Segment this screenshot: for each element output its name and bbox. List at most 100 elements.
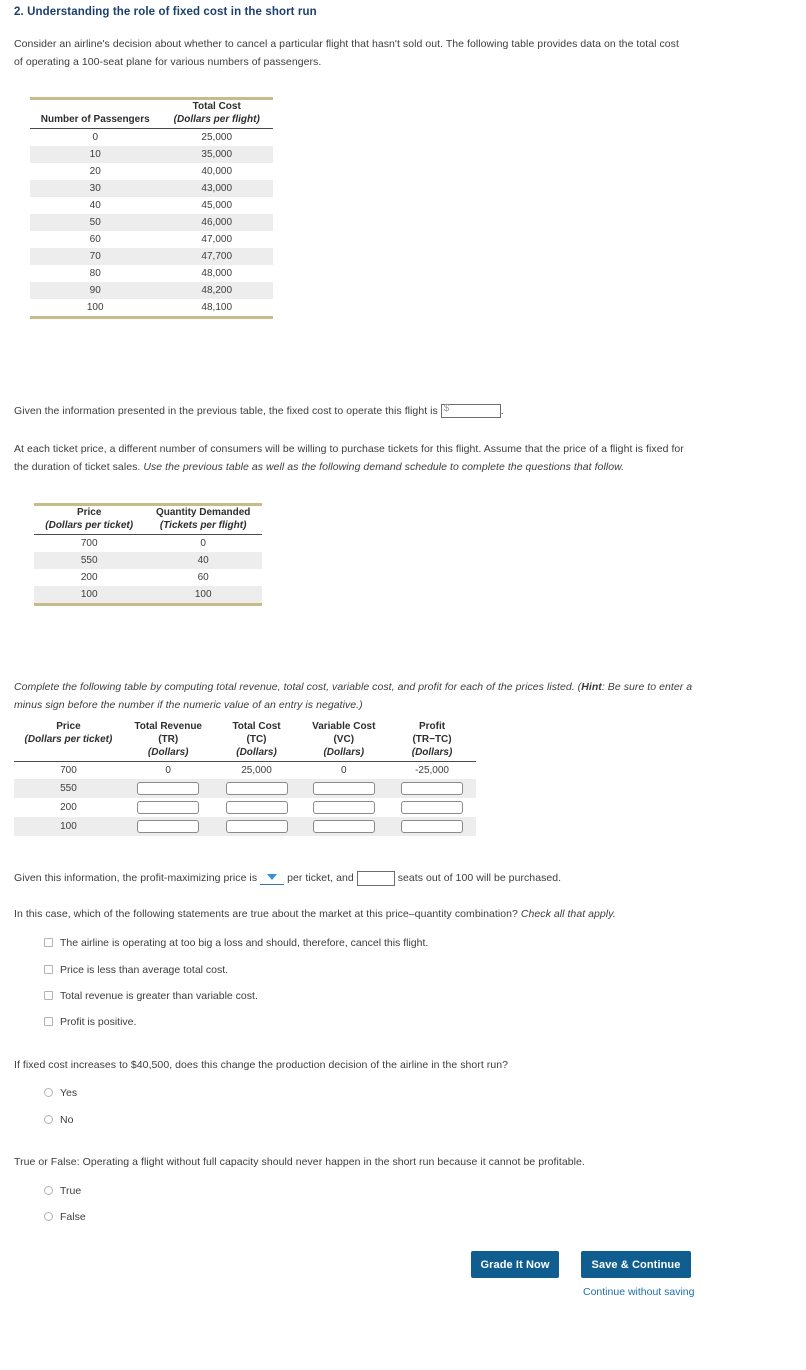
table-row: 60 47,000 (30, 231, 273, 248)
checkbox-option-2[interactable]: Total revenue is greater than variable c… (44, 990, 258, 1002)
cell-total-cost: 46,000 (160, 214, 273, 231)
cell-passengers: 40 (89, 200, 101, 211)
cell-total-cost-input-wrap (213, 779, 300, 798)
col-header-price: Price (56, 721, 81, 732)
col-header-passengers: Number of Passengers (30, 113, 161, 129)
profit-input-550[interactable] (401, 782, 464, 795)
radio-icon[interactable] (44, 1088, 53, 1097)
checkbox-option-3[interactable]: Profit is positive. (44, 1016, 136, 1028)
col-header-total-cost: Total Cost (232, 721, 281, 732)
cell-passengers: 0 (92, 132, 98, 143)
total-cost-input-200[interactable] (225, 801, 288, 814)
table-row: 10 35,000 (30, 146, 273, 163)
checkbox-label: Price is less than average total cost. (60, 964, 229, 976)
table-row: 70 47,700 (30, 248, 273, 265)
table-row: 550 40 (34, 552, 262, 569)
col-header-vc-abbrev: (VC) (333, 734, 355, 745)
table-row: 200 (14, 798, 476, 817)
profit-input-200[interactable] (401, 801, 464, 814)
cell-passengers: 80 (89, 268, 101, 279)
cell-profit-input-wrap (388, 798, 476, 817)
total-revenue-input-550[interactable] (137, 782, 200, 795)
cell-variable-cost-input-wrap (299, 817, 389, 836)
variable-cost-input-550[interactable] (312, 782, 375, 795)
fixed-cost-input[interactable] (440, 404, 501, 419)
cell-profit-input-wrap (388, 779, 476, 798)
radio-label: Yes (60, 1087, 78, 1099)
variable-cost-input-200[interactable] (312, 801, 375, 814)
profit-max-price-dropdown[interactable] (260, 872, 285, 885)
cell-total-cost: 43,000 (160, 180, 273, 197)
table-header-row-3: (Dollars) (Dollars) (Dollars) (Dollars) (14, 746, 476, 762)
checkbox-icon[interactable] (44, 1017, 53, 1026)
total-cost-input-100[interactable] (225, 820, 288, 833)
variable-cost-input-100[interactable] (312, 820, 375, 833)
col-header-vc-unit: (Dollars) (299, 746, 389, 762)
radio-icon[interactable] (44, 1186, 53, 1195)
continue-without-saving-link[interactable]: Continue without saving (583, 1286, 695, 1298)
radio-option-yes[interactable]: Yes (44, 1087, 77, 1099)
col-header-total-cost: Total Cost (192, 101, 241, 112)
demand-schedule-table: Price Quantity Demanded (Dollars per tic… (34, 503, 262, 607)
radio-icon[interactable] (44, 1115, 53, 1124)
checkbox-option-1[interactable]: Price is less than average total cost. (44, 964, 228, 976)
page-title: 2. Understanding the role of fixed cost … (14, 6, 317, 18)
cell-price: 100 (34, 586, 145, 605)
table-row: 700 0 25,000 0 -25,000 (14, 762, 476, 780)
table-bottom-rule (30, 316, 273, 320)
profit-input-100[interactable] (401, 820, 464, 833)
profit-max-text-middle: per ticket, and (287, 872, 354, 884)
col-header-total-cost-unit: (Dollars per flight) (160, 113, 273, 129)
table-row: 90 48,200 (30, 282, 273, 299)
demand-intro-part2: Use the previous table as well as the fo… (143, 461, 625, 473)
table-row: 30 43,000 (30, 180, 273, 197)
cell-price: 700 (80, 538, 98, 549)
cell-passengers: 50 (30, 214, 161, 231)
cell-total-revenue-input-wrap (123, 798, 214, 817)
table-bottom-rule (34, 603, 262, 607)
save-and-continue-button[interactable]: Save & Continue (581, 1251, 691, 1278)
col-header-profit-formula: (TR−TC) (412, 734, 452, 745)
radio-option-no[interactable]: No (44, 1114, 73, 1126)
col-header-quantity-unit: (Tickets per flight) (144, 519, 262, 535)
col-header-total-revenue: Total Revenue (134, 721, 202, 732)
col-header-tr-unit: (Dollars) (122, 746, 214, 762)
checkbox-prompt-part1: In this case, which of the following sta… (14, 908, 518, 920)
total-cost-table: Total Cost Number of Passengers (Dollars… (30, 97, 273, 320)
radio-option-true[interactable]: True (44, 1185, 81, 1197)
checkbox-option-0[interactable]: The airline is operating at too big a lo… (44, 937, 428, 949)
cell-passengers: 60 (89, 234, 101, 245)
total-revenue-input-100[interactable] (137, 820, 200, 833)
checkbox-icon[interactable] (44, 965, 53, 974)
cell-total-revenue-input-wrap (122, 779, 214, 798)
fixed-cost-question-text: Given the information presented in the p… (14, 405, 438, 417)
cell-total-cost: 25,000 (201, 132, 233, 143)
instruction-part1: Complete the following table by computin… (14, 681, 582, 693)
seats-purchased-input[interactable] (356, 870, 395, 886)
grade-it-now-button[interactable]: Grade It Now (471, 1251, 559, 1278)
checkbox-icon[interactable] (44, 991, 53, 1000)
table-row: 100 100 (34, 586, 262, 605)
cell-profit: -25,000 (415, 765, 449, 776)
checkbox-icon[interactable] (44, 938, 53, 947)
complete-table-instruction: Complete the following table by computin… (14, 678, 694, 714)
table-row: 200 60 (34, 569, 262, 586)
cell-quantity: 0 (200, 538, 206, 549)
checkbox-prompt-italic: Check all that apply. (520, 908, 616, 920)
cell-total-cost: 25,000 (241, 765, 272, 776)
fixed-cost-period: . (500, 405, 504, 417)
col-header-tr-abbrev: (TR) (158, 734, 179, 745)
total-cost-input-550[interactable] (225, 782, 288, 795)
profit-max-question: Given this information, the profit-maxim… (14, 869, 714, 887)
fixed-cost-increase-prompt: If fixed cost increases to $40,500, does… (14, 1059, 509, 1071)
cell-passengers: 10 (30, 146, 161, 163)
table-header-row-1: Price Quantity Demanded (34, 506, 262, 519)
col-header-profit-unit: (Dollars) (388, 746, 476, 762)
col-header-spacer (30, 100, 160, 113)
table-row: 20 40,000 (30, 163, 273, 180)
cell-profit-input-wrap (388, 817, 476, 836)
cell-total-cost: 48,100 (201, 302, 233, 313)
radio-option-false[interactable]: False (44, 1211, 86, 1223)
total-revenue-input-200[interactable] (137, 801, 200, 814)
radio-icon[interactable] (44, 1212, 53, 1221)
